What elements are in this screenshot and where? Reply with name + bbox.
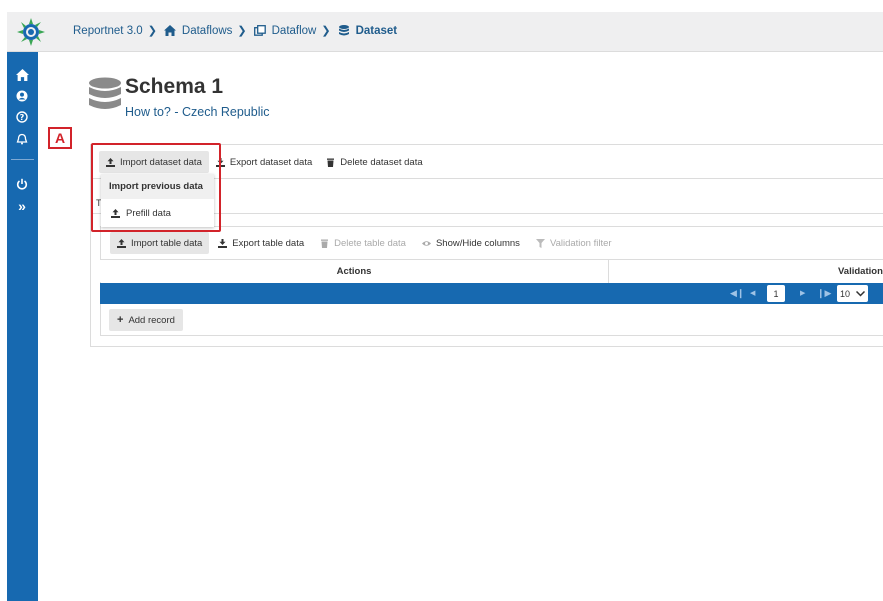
breadcrumb-dataset: Dataset — [355, 24, 398, 37]
home-icon — [163, 25, 176, 36]
add-record-label: Add record — [128, 314, 175, 326]
user-icon[interactable] — [13, 87, 31, 105]
validation-filter-label: Validation filter — [549, 237, 612, 249]
import-table-button[interactable]: Import table data — [110, 232, 210, 254]
help-icon[interactable]: ? — [13, 108, 31, 126]
upload-icon — [117, 238, 126, 248]
breadcrumb: Reportnet 3.0 ❯ Dataflows ❯ Dataflow ❯ D… — [73, 24, 398, 38]
delete-dataset-label: Delete dataset data — [340, 156, 423, 168]
next-page-icon[interactable]: ▶ — [800, 289, 805, 297]
paginator: ◀❙ ◀ 1 ▶ ❙▶ 10 — [100, 283, 883, 304]
annotation-label: A — [48, 127, 72, 149]
plus-icon: + — [117, 314, 124, 326]
delete-table-button[interactable]: Delete table data — [313, 232, 413, 254]
database-icon — [338, 25, 349, 36]
trash-icon — [327, 158, 335, 167]
page-title: Schema 1 — [125, 75, 224, 98]
svg-text:?: ? — [20, 113, 25, 122]
chevron-right-icon: ❯ — [321, 25, 331, 37]
chevron-right-icon: ❯ — [237, 25, 247, 37]
chevron-down-icon — [856, 290, 865, 297]
clone-icon — [253, 25, 266, 36]
app-window: Reportnet 3.0 ❯ Dataflows ❯ Dataflow ❯ D… — [0, 0, 883, 601]
highlight-box — [91, 143, 221, 232]
first-page-icon[interactable]: ◀❙ — [730, 288, 744, 299]
show-hide-columns-label: Show/Hide columns — [435, 237, 520, 249]
table-header-row: Actions Validation — [100, 259, 883, 283]
bell-icon[interactable] — [13, 130, 31, 148]
add-record-button[interactable]: + Add record — [109, 309, 183, 331]
sidebar-divider — [11, 159, 34, 160]
reportnet-logo[interactable] — [16, 17, 46, 47]
left-sidebar: ? » — [7, 52, 38, 601]
current-page-button[interactable]: 1 — [767, 285, 785, 302]
rows-per-page-value: 10 — [840, 288, 851, 299]
trash-icon — [321, 239, 329, 248]
column-header-validation[interactable]: Validation — [838, 266, 883, 277]
table-toolbar: Import table data Export table data Dele… — [110, 232, 619, 254]
eye-icon — [421, 240, 431, 246]
breadcrumb-dataflow[interactable]: Dataflow — [272, 25, 317, 37]
home-icon[interactable] — [13, 66, 31, 84]
export-table-button[interactable]: Export table data — [211, 232, 311, 254]
import-table-label: Import table data — [131, 237, 203, 249]
breadcrumb-dataflows[interactable]: Dataflows — [182, 25, 233, 37]
breadcrumb-reportnet[interactable]: Reportnet 3.0 — [73, 25, 143, 37]
delete-table-label: Delete table data — [334, 237, 406, 249]
delete-dataset-button[interactable]: Delete dataset data — [319, 151, 429, 173]
help-link[interactable]: How to? - Czech Republic — [125, 105, 270, 119]
prev-page-icon[interactable]: ◀ — [750, 289, 755, 297]
filter-icon — [535, 238, 545, 248]
database-icon — [89, 77, 121, 109]
top-bar: Reportnet 3.0 ❯ Dataflows ❯ Dataflow ❯ D… — [7, 12, 883, 52]
validation-filter-button[interactable]: Validation filter — [529, 232, 619, 254]
download-icon — [218, 238, 228, 248]
export-dataset-button[interactable]: Export dataset data — [209, 151, 319, 173]
last-page-icon[interactable]: ❙▶ — [817, 288, 831, 299]
show-hide-columns-button[interactable]: Show/Hide columns — [415, 232, 527, 254]
column-header-actions[interactable]: Actions — [100, 260, 609, 283]
power-icon[interactable] — [13, 175, 31, 193]
export-dataset-label: Export dataset data — [229, 156, 313, 168]
rows-per-page-select[interactable]: 10 — [837, 285, 868, 302]
export-table-label: Export table data — [232, 237, 305, 249]
expand-icon[interactable]: » — [13, 197, 31, 215]
chevron-right-icon: ❯ — [147, 25, 157, 37]
